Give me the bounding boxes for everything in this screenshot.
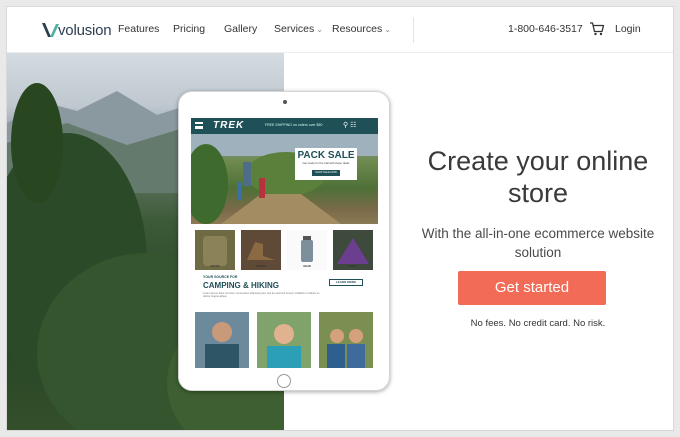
product-tents-image — [333, 230, 373, 270]
login-link[interactable]: Login — [615, 23, 641, 35]
product-label-packs: PACKS — [210, 265, 220, 268]
shop-sale-button: SHOP SALE NOW — [312, 170, 340, 176]
section-title: CAMPING & HIKING — [203, 281, 279, 290]
pack-sale-banner: PACK SALE Get ready for the trail with t… — [295, 148, 357, 180]
chevron-down-icon: ⌄ — [316, 25, 323, 34]
logo-text: volusion — [58, 21, 112, 39]
shipping-banner: FREE SHIPPING on orders over $50 — [265, 123, 323, 127]
get-started-button[interactable]: Get started — [458, 271, 606, 305]
volusion-logo[interactable]: volusion — [41, 20, 112, 40]
top-nav: volusion Features Pricing Gallery Servic… — [7, 7, 673, 53]
nav-services[interactable]: Services ⌄ — [274, 23, 323, 35]
product-label-gear: GEAR — [303, 265, 311, 268]
menu-icon — [195, 122, 203, 129]
product-label-tents: TENTS — [348, 265, 358, 268]
section-kicker: YOUR SOURCE FOR — [203, 275, 238, 279]
nav-resources[interactable]: Resources ⌄ — [332, 23, 391, 35]
product-label-boots: BOOTS — [256, 265, 266, 268]
hiker-woman-photo — [257, 312, 311, 368]
learn-more-button: LEARN MORE — [329, 279, 363, 286]
tablet-mockup: TREK FREE SHIPPING on orders over $50 ⚲ … — [178, 91, 390, 391]
nav-gallery[interactable]: Gallery — [224, 23, 257, 35]
nav-features[interactable]: Features — [118, 23, 159, 35]
nav-pricing[interactable]: Pricing — [173, 23, 205, 35]
shopping-cart-icon[interactable] — [589, 21, 605, 37]
page-frame: volusion Features Pricing Gallery Servic… — [7, 7, 673, 430]
hiker-kids-photo — [319, 312, 373, 368]
hero-headline: Create your online store — [427, 146, 649, 208]
tablet-camera — [283, 100, 287, 104]
tablet-home-button — [277, 374, 291, 388]
store-header: TREK FREE SHIPPING on orders over $50 ⚲ … — [191, 118, 378, 134]
tablet-screen: TREK FREE SHIPPING on orders over $50 ⚲ … — [191, 118, 378, 368]
store-logo: TREK — [213, 120, 245, 131]
hero-subheadline: With the all-in-one ecommerce website so… — [421, 226, 655, 260]
section-body: Lorem ipsum dolor sit amet, consectetur … — [203, 292, 320, 299]
chevron-down-icon: ⌄ — [384, 25, 391, 34]
search-cart-icons: ⚲ ☷ — [343, 122, 357, 129]
hiker-man-photo — [195, 312, 249, 368]
store-hero-image: PACK SALE Get ready for the trail with t… — [191, 134, 378, 224]
product-packs-image — [195, 230, 235, 270]
fine-print: No fees. No credit card. No risk. — [470, 318, 606, 329]
phone-number[interactable]: 1-800-646-3517 — [508, 23, 583, 35]
nav-divider — [413, 17, 414, 43]
product-boots-image — [241, 230, 281, 270]
product-gear-image — [287, 230, 327, 270]
